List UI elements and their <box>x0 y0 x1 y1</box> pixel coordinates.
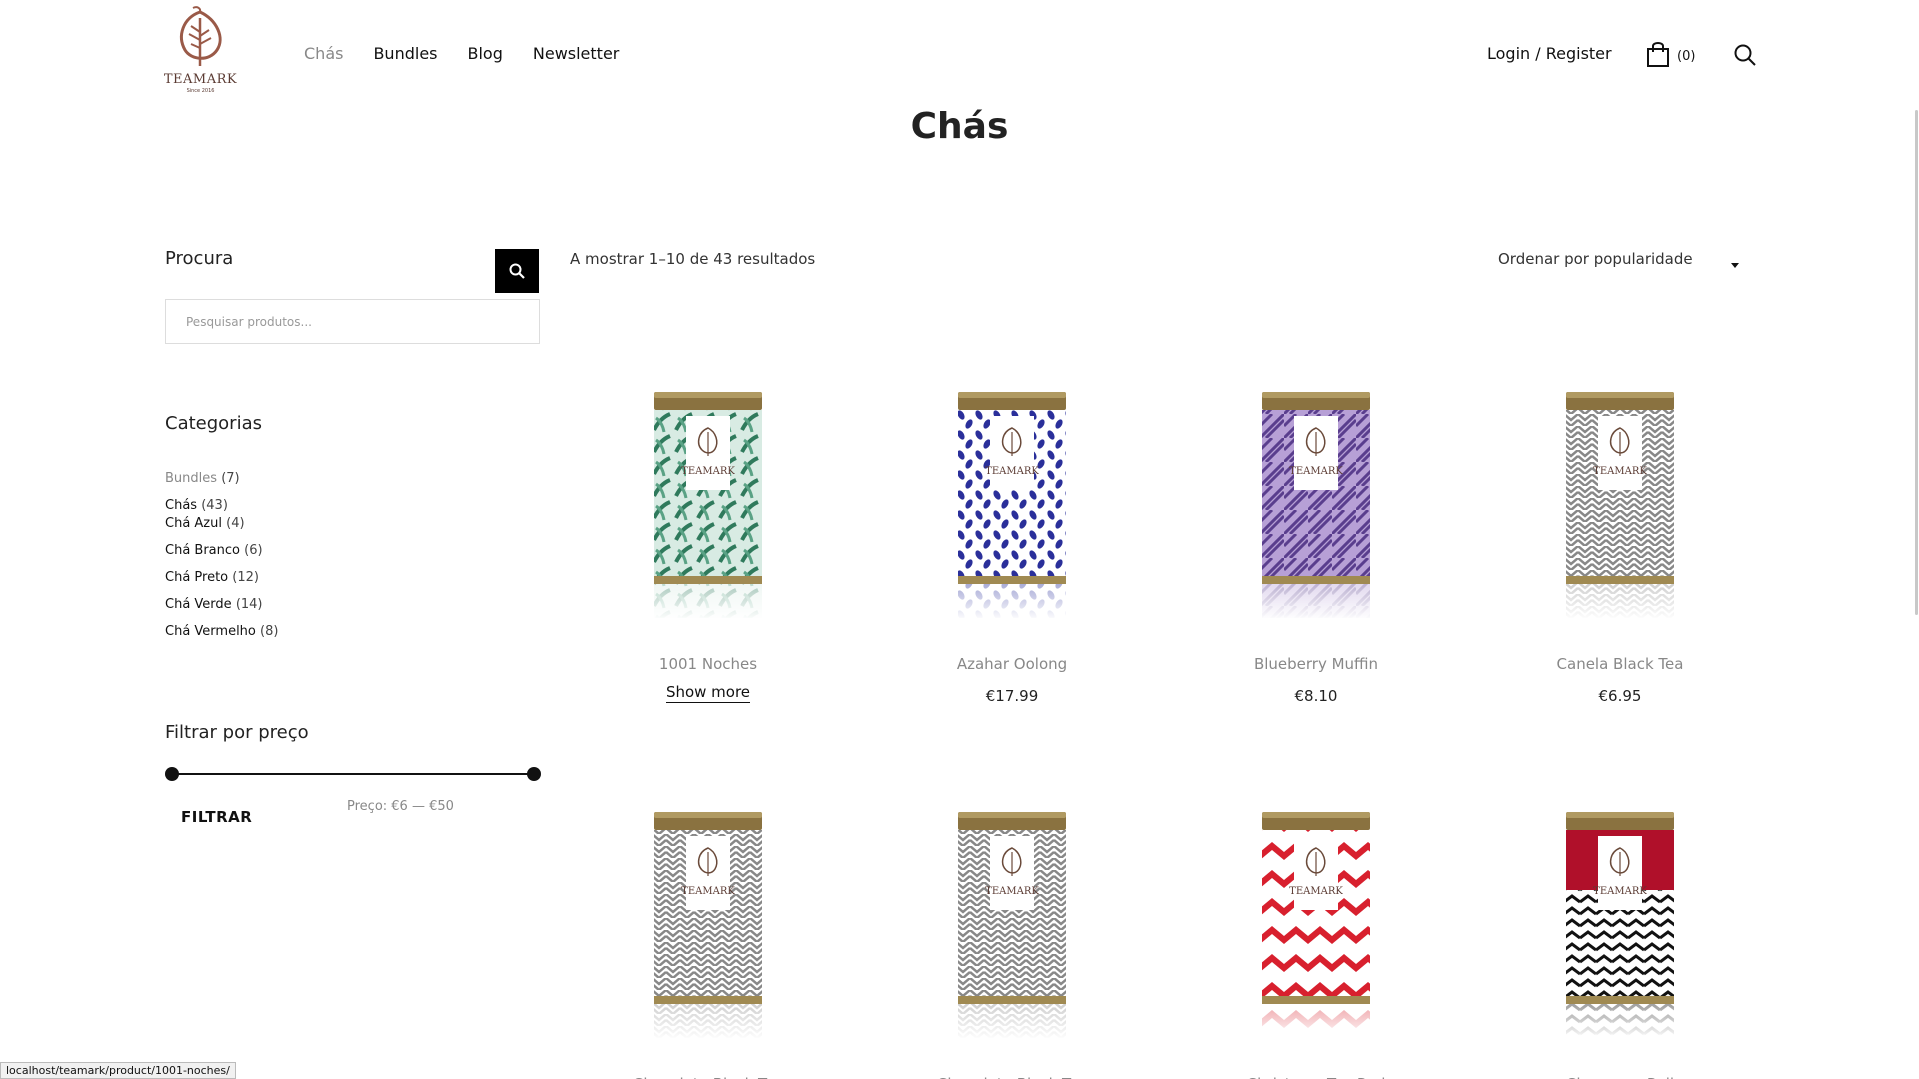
result-count: A mostrar 1–10 de 43 resultados <box>570 250 816 268</box>
cart-count: (0) <box>1677 49 1696 64</box>
svg-text:TEAMARK: TEAMARK <box>1289 466 1343 477</box>
category-list: Bundles (7) Chás (43) Chá Azul (4) Chá B… <box>165 468 278 643</box>
product-name[interactable]: Chocolate Black Tea <box>569 1075 847 1079</box>
browser-status-url: localhost/teamark/product/1001-noches/ <box>0 1062 236 1079</box>
show-more-link[interactable]: Show more <box>569 683 847 703</box>
product-image[interactable]: TEAMARK <box>1564 390 1676 620</box>
price-slider-track[interactable] <box>170 773 534 775</box>
price-range-label: Preço: €6 — €50 <box>347 799 454 814</box>
product-image[interactable]: TEAMARK <box>652 390 764 620</box>
nav-item-newsletter[interactable]: Newsletter <box>533 44 620 63</box>
svg-text:TEAMARK: TEAMARK <box>681 886 735 897</box>
price-slider-min-handle[interactable] <box>165 767 179 781</box>
chevron-down-icon[interactable] <box>1731 263 1739 268</box>
sidebar-search-button[interactable] <box>495 249 539 293</box>
price-slider-max-handle[interactable] <box>527 767 541 781</box>
price-filter-title: Filtrar por preço <box>165 722 309 743</box>
product-image[interactable]: TEAMARK <box>652 810 764 1040</box>
product-name[interactable]: Cinnamon Roll <box>1481 1075 1759 1079</box>
search-icon <box>509 263 525 279</box>
nav-item-bundles[interactable]: Bundles <box>373 44 437 63</box>
teamark-logo[interactable]: TEAMARK Since 2016 <box>163 4 238 94</box>
search-widget-title: Procura <box>165 248 234 269</box>
scrollbar[interactable] <box>1915 110 1918 615</box>
category-cha-azul[interactable]: Chá Azul (4) <box>165 513 278 535</box>
svg-text:TEAMARK: TEAMARK <box>985 886 1039 897</box>
product-price: €17.99 <box>985 687 1039 705</box>
product-name[interactable]: Canela Black Tea <box>1481 655 1759 673</box>
product-image[interactable]: TEAMARK <box>956 390 1068 620</box>
logo-wordmark: TEAMARK <box>163 72 238 87</box>
category-bundles[interactable]: Bundles (7) <box>165 468 278 495</box>
product-name[interactable]: 1001 Noches <box>569 655 847 673</box>
product-search-input[interactable] <box>165 299 540 344</box>
category-cha-verde[interactable]: Chá Verde (14) <box>165 594 278 616</box>
orderby-select[interactable]: Ordenar por popularidade <box>1498 250 1693 268</box>
svg-text:TEAMARK: TEAMARK <box>681 466 735 477</box>
product-price: €8.10 <box>1294 687 1338 705</box>
category-cha-preto[interactable]: Chá Preto (12) <box>165 567 278 589</box>
nav-item-chas[interactable]: Chás <box>304 44 343 63</box>
svg-text:TEAMARK: TEAMARK <box>1593 466 1647 477</box>
product-image[interactable]: TEAMARK <box>956 810 1068 1040</box>
category-cha-vermelho[interactable]: Chá Vermelho (8) <box>165 621 278 643</box>
svg-text:TEAMARK: TEAMARK <box>1593 886 1647 897</box>
product-name[interactable]: Azahar Oolong <box>873 655 1151 673</box>
main-nav: Chás Bundles Blog Newsletter <box>304 44 619 63</box>
leaf-logo-icon <box>180 6 222 66</box>
header-search-icon[interactable] <box>1733 43 1757 67</box>
product-name[interactable]: Blueberry Muffin <box>1177 655 1455 673</box>
product-image[interactable]: TEAMARK <box>1260 390 1372 620</box>
product-image[interactable]: TEAMARK <box>1564 810 1676 1040</box>
nav-item-blog[interactable]: Blog <box>468 44 503 63</box>
logo-tagline: Since 2016 <box>186 88 215 94</box>
product-price: €6.95 <box>1598 687 1642 705</box>
svg-text:TEAMARK: TEAMARK <box>1289 886 1343 897</box>
filter-button[interactable]: FILTRAR <box>181 808 252 826</box>
category-cha-branco[interactable]: Chá Branco (6) <box>165 540 278 562</box>
shopping-bag-icon <box>1647 42 1669 67</box>
cart-button[interactable]: (0) <box>1645 40 1717 70</box>
login-register-link[interactable]: Login / Register <box>1487 44 1612 63</box>
page-title: Chás <box>910 106 1009 147</box>
categories-title: Categorias <box>165 413 262 434</box>
product-name[interactable]: Christmas Tea Red <box>1177 1075 1455 1079</box>
product-name[interactable]: Chocolate Black Tea <box>873 1075 1151 1079</box>
product-image[interactable]: TEAMARK <box>1260 810 1372 1040</box>
svg-text:TEAMARK: TEAMARK <box>985 466 1039 477</box>
